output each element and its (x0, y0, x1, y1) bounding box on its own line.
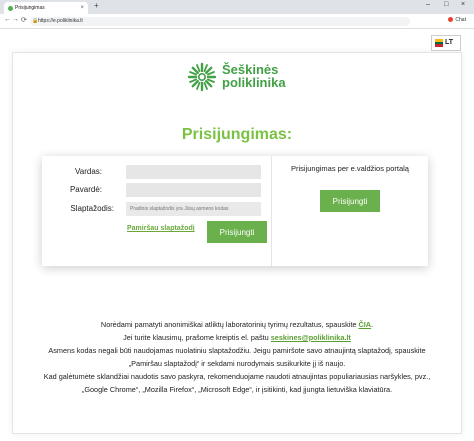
info-line-6: „Google Chrome“, „Mozilla Firefox“, „Mic… (81, 385, 393, 394)
browser-tab[interactable]: Prisijungimas × (4, 2, 88, 14)
window-close-button[interactable]: × (461, 1, 465, 8)
chat-icon (448, 17, 453, 23)
username-label: Vardas: (75, 167, 102, 176)
reload-icon[interactable]: ⟳ (21, 16, 27, 24)
info-line-4: „Pamiršau slaptažodį“ ir sekdami nurodym… (128, 359, 346, 368)
lithuania-flag-icon (435, 39, 443, 47)
username-input[interactable] (126, 165, 261, 179)
maximize-button[interactable]: □ (444, 1, 448, 8)
evaldzia-text: Prisijungimas per e.valdžios portalą (291, 164, 409, 173)
surname-label: Pavardė: (69, 185, 102, 194)
info-section: Norėdami pamatyti anonimiškai atliktų la… (0, 318, 474, 396)
tab-title: Prisijungimas (15, 5, 45, 11)
info-line-1: Norėdami pamatyti anonimiškai atliktų la… (100, 320, 374, 329)
tab-close-icon[interactable]: × (80, 2, 84, 14)
language-selector[interactable]: LT (431, 35, 461, 51)
info-line-2: Jei turite klausimų, prašome kreiptis el… (123, 333, 351, 342)
browser-nav-bar: ← → ⟳ 🔒 https://e.poliklinika.lt Chat (0, 14, 474, 29)
surname-input[interactable] (126, 183, 261, 197)
lock-icon: 🔒 (32, 18, 39, 24)
favicon-icon (8, 6, 13, 11)
password-label: Slaptažodis: (70, 204, 114, 213)
logo-sun-icon (187, 62, 217, 92)
brand-logo-text: Šeškinės poliklinika (222, 63, 286, 89)
brand-name-line2: poliklinika (222, 75, 286, 90)
anonymous-results-link[interactable]: ČIA (358, 320, 371, 329)
url-text: https://e.poliklinika.lt (38, 18, 83, 24)
forgot-password-link[interactable]: Pamiršau slaptažodį (127, 225, 195, 232)
info-line-3: Asmens kodas negali būti naudojamas nuol… (48, 346, 426, 355)
minimize-button[interactable]: – (426, 1, 430, 8)
language-code: LT (445, 39, 454, 46)
login-panel: Vardas: Pavardė: Slaptažodis: Pamiršau s… (42, 156, 428, 266)
page-title: Prisijungimas: (181, 126, 293, 143)
evaldzia-login-button[interactable]: Prisijungti (320, 190, 380, 212)
back-arrow-icon[interactable]: ← (4, 16, 11, 23)
browser-tab-bar: Prisijungimas × + – □ × (0, 0, 474, 14)
chat-label: Chat (455, 17, 466, 23)
chat-button[interactable]: Chat (448, 17, 466, 23)
forward-arrow-icon[interactable]: → (12, 16, 19, 23)
new-tab-button[interactable]: + (94, 1, 99, 10)
login-button[interactable]: Prisijungti (207, 221, 267, 243)
info-line-5: Kad galėtumėte sklandžiai naudotis savo … (43, 372, 431, 381)
password-input[interactable] (126, 202, 261, 216)
email-link[interactable]: seskines@poliklinika.lt (271, 333, 351, 342)
address-bar[interactable]: 🔒 https://e.poliklinika.lt (30, 17, 410, 26)
